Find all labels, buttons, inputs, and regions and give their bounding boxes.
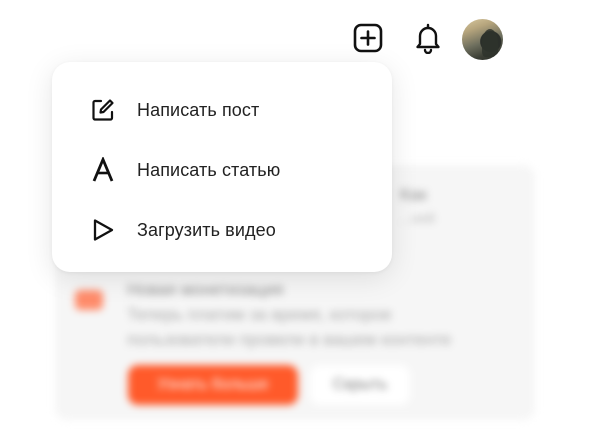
play-icon — [90, 217, 116, 243]
monetization-text-line2: пользователи провели в вашем контенте — [127, 330, 452, 349]
monetization-badge — [75, 290, 103, 310]
edit-icon — [90, 97, 116, 123]
background-title-fragment: Как — [400, 185, 427, 204]
plus-square-icon — [353, 23, 383, 53]
menu-item-write-post[interactable]: Написать пост — [52, 80, 392, 140]
avatar[interactable] — [462, 19, 503, 60]
learn-more-button[interactable]: Узнать больше — [128, 365, 298, 405]
create-menu: Написать пост Написать статью Загрузить … — [52, 62, 392, 272]
letter-a-icon — [90, 157, 116, 183]
monetization-title: Новая монетизация — [127, 280, 284, 299]
menu-item-write-article[interactable]: Написать статью — [52, 140, 392, 200]
menu-item-label: Написать статью — [137, 159, 281, 180]
monetization-text-line1: Теперь платим за время, которое — [127, 305, 392, 324]
background-subtitle-fragment: ...ней — [400, 210, 436, 226]
hide-button[interactable]: Скрыть — [310, 365, 410, 405]
avatar-image — [482, 29, 498, 57]
menu-item-label: Написать пост — [137, 99, 260, 120]
create-button[interactable] — [350, 20, 386, 56]
menu-item-label: Загрузить видео — [137, 219, 276, 240]
notifications-button[interactable] — [410, 20, 446, 56]
menu-item-upload-video[interactable]: Загрузить видео — [52, 200, 392, 260]
bell-icon — [416, 23, 440, 54]
